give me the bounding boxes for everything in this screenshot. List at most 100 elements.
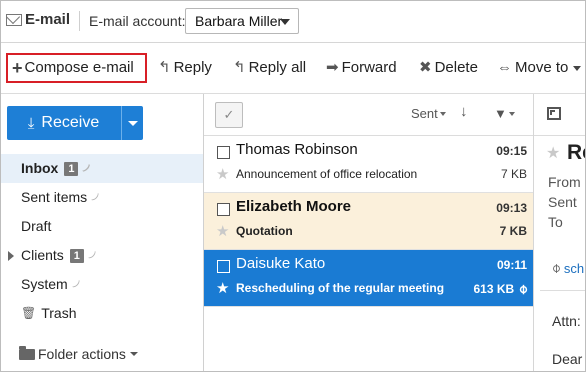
- mail-sender: Elizabeth Moore: [236, 198, 352, 215]
- move-to-label: Move to: [515, 59, 569, 76]
- forward-icon: ➡: [326, 59, 339, 76]
- folder-sent-items[interactable]: Sent items ): [1, 183, 203, 212]
- mail-time: 09:11: [496, 258, 527, 272]
- expand-preview-icon[interactable]: [547, 107, 561, 120]
- mail-size-text: 7 KB: [499, 224, 527, 238]
- app-title: E-mail: [6, 11, 70, 28]
- trash-icon: 🗑: [21, 306, 37, 320]
- star-icon[interactable]: ★: [216, 222, 229, 240]
- chevron-down-icon: [573, 65, 582, 71]
- move-to-button[interactable]: ⇔ Move to: [497, 54, 582, 82]
- folder-label: Draft: [21, 218, 52, 234]
- folder-label: Trash: [41, 305, 77, 321]
- row-checkbox[interactable]: [217, 146, 230, 159]
- folder-list: Inbox 1 ) Sent items ) Draft Clients 1 )…: [1, 154, 203, 328]
- account-select-value: Barbara Miller: [195, 13, 283, 29]
- preview-body-dear: Dear: [552, 351, 583, 367]
- mail-size: 613 KB ⌀: [473, 281, 530, 297]
- mail-subject: Rescheduling of the regular meeting: [236, 281, 445, 295]
- preview-from-label: From: [548, 174, 581, 190]
- row-checkbox[interactable]: [217, 203, 230, 216]
- envelope-icon: [6, 13, 22, 26]
- reply-button[interactable]: ↰ Reply: [158, 54, 212, 82]
- chevron-down-icon: [280, 19, 290, 25]
- mail-sender: Thomas Robinson: [236, 141, 358, 158]
- subscription-icon: ): [82, 163, 93, 174]
- reply-all-button[interactable]: ↰ Reply all: [233, 54, 306, 82]
- preview-pane: ★ Re From Sent To ⌀ sch Attn: Dear: [533, 94, 585, 371]
- mail-list: ✓ Sent ↓ ▼ ★ Thomas Robinson 09:15 Annou…: [204, 94, 533, 371]
- folder-sidebar: ⤓ Receive Inbox 1 ) Sent items ) Draft C…: [1, 94, 204, 371]
- filter-dropdown[interactable]: ▼: [494, 106, 515, 121]
- mail-subject: Announcement of office relocation: [236, 167, 418, 181]
- mail-row-unread[interactable]: ★ Elizabeth Moore 09:13 Quotation 7 KB: [204, 193, 533, 250]
- unread-badge: 1: [69, 248, 84, 263]
- app-header: E-mail E-mail account: Barbara Miller: [1, 1, 585, 43]
- mail-row-selected[interactable]: ★ Daisuke Kato 09:11 Rescheduling of the…: [204, 250, 533, 307]
- paperclip-icon: ⌀: [514, 280, 531, 297]
- forward-button[interactable]: ➡ Forward: [326, 54, 397, 82]
- compose-email-button[interactable]: + Compose e-mail: [6, 53, 147, 83]
- reply-all-label: Reply all: [248, 59, 307, 76]
- mail-list-empty-area: [204, 307, 533, 371]
- folder-actions-label: Folder actions: [38, 346, 126, 362]
- delete-label: Delete: [434, 59, 478, 76]
- sort-field-dropdown[interactable]: Sent: [411, 106, 446, 121]
- mail-time: 09:13: [496, 201, 527, 215]
- folder-inbox[interactable]: Inbox 1 ): [1, 154, 203, 183]
- chevron-down-icon: [129, 352, 138, 356]
- plus-icon: +: [12, 58, 23, 78]
- preview-body-attn: Attn:: [552, 313, 581, 329]
- chevron-down-icon: [508, 111, 515, 116]
- receive-button[interactable]: ⤓ Receive: [7, 106, 120, 140]
- mail-size-text: 7 KB: [500, 167, 527, 181]
- row-checkbox[interactable]: [217, 260, 230, 273]
- reply-label: Reply: [173, 59, 212, 76]
- sort-descending-icon[interactable]: ↓: [460, 103, 468, 120]
- preview-subject: Re: [567, 141, 585, 164]
- folder-label: Inbox: [21, 160, 59, 176]
- receive-button-group: ⤓ Receive: [7, 106, 143, 140]
- delete-icon: ✖: [419, 59, 432, 76]
- unread-badge: 1: [64, 161, 79, 176]
- star-icon[interactable]: ★: [216, 279, 229, 297]
- preview-to-label: To: [548, 214, 563, 230]
- receive-label: Receive: [41, 114, 100, 131]
- folder-clients[interactable]: Clients 1 ): [1, 241, 203, 270]
- app-title-text: E-mail: [25, 11, 71, 28]
- folder-draft[interactable]: Draft: [1, 212, 203, 241]
- subscription-icon: ): [87, 250, 98, 261]
- preview-attachment-link[interactable]: ⌀ sch: [547, 260, 585, 276]
- account-label: E-mail account:: [89, 13, 186, 29]
- paperclip-icon: ⌀: [547, 259, 564, 276]
- sort-field-label: Sent: [411, 106, 438, 121]
- star-icon[interactable]: ★: [546, 143, 560, 163]
- reply-all-icon: ↰: [233, 59, 246, 76]
- delete-button[interactable]: ✖ Delete: [419, 54, 478, 82]
- filter-icon: ▼: [494, 106, 507, 121]
- receive-options-button[interactable]: [122, 106, 143, 140]
- chevron-down-icon: [439, 111, 446, 116]
- folder-system[interactable]: System ): [1, 270, 203, 299]
- mail-subject: Quotation: [236, 224, 293, 238]
- mail-list-header: ✓ Sent ↓ ▼: [204, 94, 533, 136]
- select-all-checkbox[interactable]: ✓: [215, 102, 243, 128]
- folder-actions-menu[interactable]: Folder actions: [19, 345, 138, 362]
- account-select[interactable]: Barbara Miller: [185, 8, 299, 34]
- mail-time: 09:15: [496, 144, 527, 158]
- mail-size-text: 613 KB: [473, 282, 515, 296]
- folder-label: Clients: [21, 247, 64, 263]
- folder-trash[interactable]: 🗑 Trash: [1, 299, 203, 328]
- forward-label: Forward: [341, 59, 397, 76]
- header-divider: [79, 11, 80, 31]
- attachment-name: sch: [563, 260, 585, 276]
- star-icon[interactable]: ★: [216, 165, 229, 183]
- preview-sent-label: Sent: [548, 194, 577, 210]
- expand-arrow-icon[interactable]: [8, 251, 14, 261]
- mail-app-window: E-mail E-mail account: Barbara Miller + …: [0, 0, 586, 372]
- move-icon: ⇔: [497, 59, 512, 76]
- mail-row[interactable]: ★ Thomas Robinson 09:15 Announcement of …: [204, 136, 533, 193]
- mail-toolbar: + Compose e-mail ↰ Reply ↰ Reply all ➡ F…: [1, 43, 585, 94]
- preview-divider: [540, 290, 585, 291]
- preview-toolbar: [534, 94, 585, 136]
